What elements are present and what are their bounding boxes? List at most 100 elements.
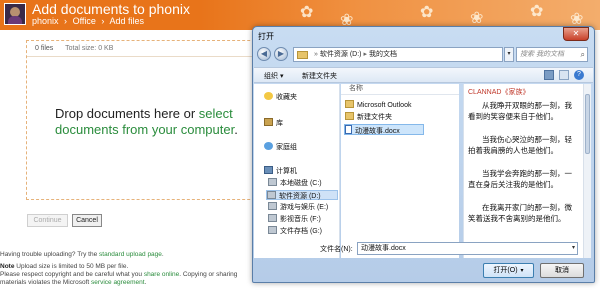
open-button[interactable]: 打开(O) ▾	[483, 263, 534, 278]
preview-pane-icon[interactable]	[559, 70, 569, 80]
drop-instructions: Drop documents here or select documents …	[55, 106, 285, 138]
note-text: .	[144, 279, 147, 286]
list-item[interactable]: Microsoft Outlook	[345, 100, 411, 111]
list-item[interactable]: 新建文件夹	[345, 112, 392, 123]
preview-scrollbar[interactable]	[583, 84, 591, 258]
chevron-right-icon: ▸	[363, 51, 368, 58]
column-header-name[interactable]: 名称	[341, 84, 459, 95]
list-item-selected[interactable]: 动漫故事.docx	[344, 124, 424, 135]
standard-upload-link[interactable]: standard upload page	[99, 251, 162, 258]
nav-item-computer[interactable]: 计算机	[264, 166, 297, 176]
flower-decoration: ✿	[300, 2, 314, 21]
navigation-bar: ◀ ▶ » 软件资源 (D:) ▸ 我的文档 ▾ 搜索 我的文档 ⌕	[257, 45, 591, 65]
view-options-icon[interactable]	[544, 70, 554, 80]
dialog-title: 打开	[258, 32, 274, 41]
nav-item-drive-e[interactable]: 游戏与娱乐 (E:)	[268, 202, 328, 212]
drive-icon	[268, 178, 277, 186]
close-icon[interactable]: ✕	[563, 27, 589, 41]
breadcrumb-item-phonix[interactable]: phonix	[32, 16, 59, 26]
nav-label: 软件资源 (D:)	[279, 193, 321, 200]
total-size: Total size: 0 KB	[65, 45, 114, 52]
nav-item-homegroup[interactable]: 家庭组	[264, 142, 297, 152]
word-document-icon	[345, 125, 352, 134]
note-text: . Copying or sharing	[179, 271, 238, 278]
note-label: Note	[0, 263, 15, 270]
navigation-pane: 收藏夹 库 家庭组 计算机 本地磁盘 (C:) 软件资源 (D:) 游戏与娱乐 …	[254, 84, 340, 258]
file-name: 动漫故事.docx	[355, 128, 400, 135]
dialog-toolbar: 组织 ▾ 新建文件夹 ?	[254, 67, 593, 83]
continue-button[interactable]: Continue	[27, 214, 68, 227]
note-text: Please respect copyright and be careful …	[0, 271, 144, 278]
breadcrumb-item-office[interactable]: Office	[73, 16, 96, 26]
nav-label: 文件存档 (G:)	[280, 228, 322, 235]
search-input[interactable]: 搜索 我的文档 ⌕	[516, 47, 588, 62]
drive-icon	[268, 202, 277, 210]
drive-icon	[268, 226, 277, 234]
address-bar[interactable]: » 软件资源 (D:) ▸ 我的文档	[293, 47, 503, 62]
preview-paragraph: 当我学会奔跑的那一刻，一直在身后关注我的是他们。	[468, 169, 572, 189]
forward-arrow-icon[interactable]: ▶	[274, 47, 288, 61]
filename-field[interactable]: 动漫故事.docx ▾	[357, 242, 578, 255]
nav-label: 收藏夹	[276, 94, 297, 101]
organize-menu[interactable]: 组织 ▾	[264, 71, 283, 81]
filename-label: 文件名(N):	[320, 246, 353, 253]
page-title: Add documents to phonix	[32, 1, 190, 17]
star-icon	[264, 92, 273, 100]
nav-item-library[interactable]: 库	[264, 118, 283, 128]
nav-item-drive-g[interactable]: 文件存档 (G:)	[268, 226, 322, 236]
path-drive[interactable]: 软件资源 (D:)	[320, 51, 362, 58]
nav-item-drive-c[interactable]: 本地磁盘 (C:)	[268, 178, 322, 188]
note-text: Upload size is limited to 50 MB per file…	[16, 263, 129, 270]
nav-label: 计算机	[276, 168, 297, 175]
homegroup-icon	[264, 142, 273, 150]
library-icon	[264, 118, 273, 126]
folder-icon	[345, 100, 354, 108]
cancel-button[interactable]: Cancel	[72, 214, 102, 227]
chevron-right-icon: »	[314, 51, 318, 58]
breadcrumb-separator: ›	[64, 16, 68, 26]
breadcrumb-item-add-files: Add files	[109, 16, 144, 26]
nav-label: 本地磁盘 (C:)	[280, 180, 322, 187]
nav-item-drive-d[interactable]: 软件资源 (D:)	[266, 190, 338, 200]
open-file-dialog: 打开 ✕ ◀ ▶ » 软件资源 (D:) ▸ 我的文档 ▾ 搜索 我的文档 ⌕ 组织 …	[252, 26, 595, 283]
search-icon[interactable]: ⌕	[581, 48, 585, 61]
nav-label: 库	[276, 120, 283, 127]
file-list: 名称 Microsoft Outlook 新建文件夹 动漫故事.docx	[341, 84, 459, 258]
help-icon[interactable]: ?	[574, 70, 584, 80]
file-name: Microsoft Outlook	[357, 102, 412, 109]
path-folder[interactable]: 我的文档	[369, 51, 397, 58]
chevron-down-icon[interactable]: ▾	[521, 268, 524, 274]
avatar[interactable]	[4, 3, 26, 25]
dialog-cancel-button[interactable]: 取消	[540, 263, 584, 278]
preview-paragraph: 在我离开家门的那一刻，微笑着送我不舍离别的是他们。	[468, 203, 572, 223]
computer-icon	[264, 166, 273, 174]
nav-label: 游戏与娱乐 (E:)	[280, 204, 329, 211]
nav-label: 影视音乐 (F:)	[280, 216, 321, 223]
preview-paragraph: 当我伤心哭泣的那一刻，轻拍着我肩膀的人也是他们。	[468, 135, 572, 155]
help-text-end: .	[161, 251, 164, 258]
nav-label: 家庭组	[276, 144, 297, 151]
service-agreement-link[interactable]: service agreement	[91, 279, 144, 286]
upload-note: Note Upload size is limited to 50 MB per…	[0, 263, 260, 287]
filename-value: 动漫故事.docx	[361, 245, 406, 252]
refresh-icon[interactable]: ▾	[504, 47, 514, 62]
flower-decoration: ✿	[420, 2, 434, 21]
breadcrumb-separator: ›	[101, 16, 105, 26]
file-name: 新建文件夹	[357, 114, 392, 121]
drop-text-end: .	[234, 122, 238, 137]
nav-item-favorites[interactable]: 收藏夹	[264, 92, 297, 102]
breadcrumb: phonix › Office › Add files	[32, 16, 147, 26]
drive-icon	[268, 214, 277, 222]
scrollbar-thumb[interactable]	[585, 94, 590, 154]
chevron-down-icon[interactable]: ▾	[572, 243, 575, 254]
new-folder-button[interactable]: 新建文件夹	[302, 71, 337, 81]
flower-decoration: ❀	[470, 8, 484, 27]
preview-pane: CLANNAD《家族》 从我睁开双眼的那一刻，我看到的笑容便来自于他们。 当我伤…	[463, 84, 591, 258]
share-online-link[interactable]: share online	[144, 271, 179, 278]
help-text-body: Having trouble uploading? Try the	[0, 251, 100, 258]
drive-icon	[267, 191, 276, 199]
nav-item-drive-f[interactable]: 影视音乐 (F:)	[268, 214, 321, 224]
back-arrow-icon[interactable]: ◀	[257, 47, 271, 61]
select-documents-link-end[interactable]: computer	[181, 122, 234, 137]
search-placeholder: 搜索 我的文档	[520, 51, 564, 58]
